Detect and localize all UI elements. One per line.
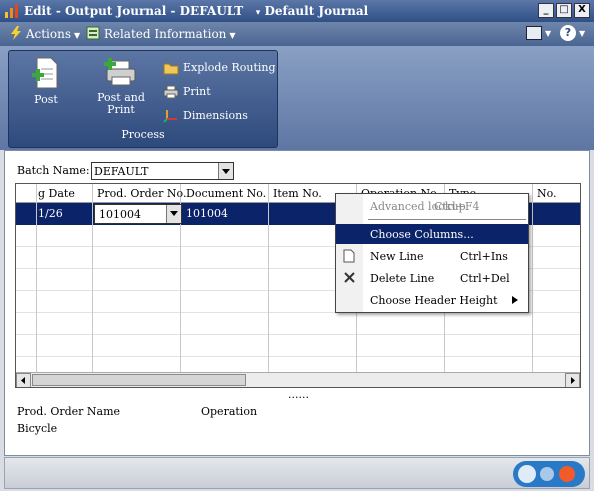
view-options-caret-icon: ▼ — [545, 29, 552, 38]
folder-icon — [163, 63, 179, 75]
header-item-no[interactable]: Item No. — [273, 187, 322, 200]
print-button[interactable]: Print — [163, 85, 211, 99]
prod-order-name-label: Prod. Order Name — [17, 405, 121, 418]
new-line-icon — [343, 249, 355, 263]
scroll-left-button[interactable] — [16, 373, 31, 387]
post-icon — [32, 57, 58, 89]
status-footer — [4, 457, 590, 489]
menu-separator — [368, 219, 526, 220]
batch-name-value: DEFAULT — [94, 165, 149, 178]
post-and-print-icon — [104, 58, 136, 86]
command-bar: Actions ▼ Related Information ▼ ▼ ? ▼ — [0, 22, 594, 46]
cell-posting-date[interactable]: 1/26 — [38, 207, 63, 220]
chevron-down-icon[interactable] — [218, 163, 233, 179]
related-information-menu[interactable]: Related Information ▼ — [86, 26, 236, 41]
lightning-icon — [11, 26, 21, 40]
delete-icon — [344, 272, 355, 283]
header-document-no[interactable]: Document No. — [186, 187, 266, 200]
actions-menu[interactable]: Actions ▼ — [10, 26, 80, 41]
view-options-button[interactable] — [526, 26, 542, 40]
minimize-button[interactable]: _ — [538, 3, 554, 18]
splitter-handle[interactable]: ...... — [288, 388, 309, 401]
header-prod-order-no[interactable]: Prod. Order No. — [97, 187, 186, 200]
cell-prod-order-no: 101004 — [99, 208, 141, 221]
header-no[interactable]: No. — [537, 187, 557, 200]
batch-name-select[interactable]: DEFAULT — [91, 162, 234, 180]
menu-item-choose-header-height[interactable]: Choose Header Height — [336, 290, 528, 310]
post-button[interactable]: Post — [29, 57, 63, 106]
arrow-right-icon — [571, 377, 575, 384]
app-icon — [5, 4, 18, 18]
submenu-arrow-icon — [512, 296, 518, 304]
operation-label: Operation — [201, 405, 258, 418]
scroll-thumb[interactable] — [32, 374, 246, 386]
header-posting-date[interactable]: g Date — [38, 187, 75, 200]
menu-item-choose-columns[interactable]: Choose Columns... — [336, 224, 528, 244]
prod-order-no-field[interactable]: 101004 — [94, 204, 182, 224]
dimensions-icon — [163, 110, 177, 123]
printer-icon — [163, 85, 179, 99]
post-and-print-button[interactable]: Post and Print — [95, 57, 147, 116]
window-title: Edit - Output Journal - DEFAULT ▾ Defaul… — [24, 4, 369, 18]
help-caret-icon: ▼ — [579, 29, 586, 38]
scroll-right-button[interactable] — [565, 373, 580, 387]
menu-item-new-line[interactable]: New Line Ctrl+Ins — [336, 246, 528, 266]
cell-document-no[interactable]: 101004 — [186, 207, 228, 220]
menu-item-delete-line[interactable]: Delete Line Ctrl+Del — [336, 268, 528, 288]
arrow-left-icon — [21, 377, 25, 384]
logo-mark — [518, 465, 575, 483]
title-bar: Edit - Output Journal - DEFAULT ▾ Defaul… — [0, 0, 594, 22]
menu-item-advanced-lookup[interactable]: Advanced lookup Ctrl+F4 — [336, 196, 528, 216]
context-menu: Advanced lookup Ctrl+F4 Choose Columns..… — [335, 193, 529, 313]
dimensions-button[interactable]: Dimensions — [163, 109, 248, 123]
explode-routing-button[interactable]: Explode Routing — [163, 61, 276, 75]
window-subtitle: Default Journal — [264, 4, 369, 18]
ribbon: Post Post and Print Explode Routing Prin… — [0, 46, 594, 150]
close-button[interactable]: X — [574, 3, 590, 18]
chevron-down-icon[interactable] — [166, 205, 181, 223]
related-info-icon — [86, 26, 100, 40]
maximize-button[interactable]: □ — [556, 3, 572, 18]
post-label: Post — [34, 93, 58, 106]
process-group-label: Process — [121, 128, 165, 141]
prod-order-name-value: Bicycle — [17, 422, 58, 435]
site-logo — [513, 461, 585, 487]
horizontal-scrollbar[interactable] — [16, 372, 580, 387]
help-button[interactable]: ? — [560, 25, 576, 41]
post-and-print-label-2: Print — [107, 103, 135, 116]
batch-name-label: Batch Name: — [17, 164, 90, 177]
process-group: Post Post and Print Explode Routing Prin… — [8, 50, 278, 148]
